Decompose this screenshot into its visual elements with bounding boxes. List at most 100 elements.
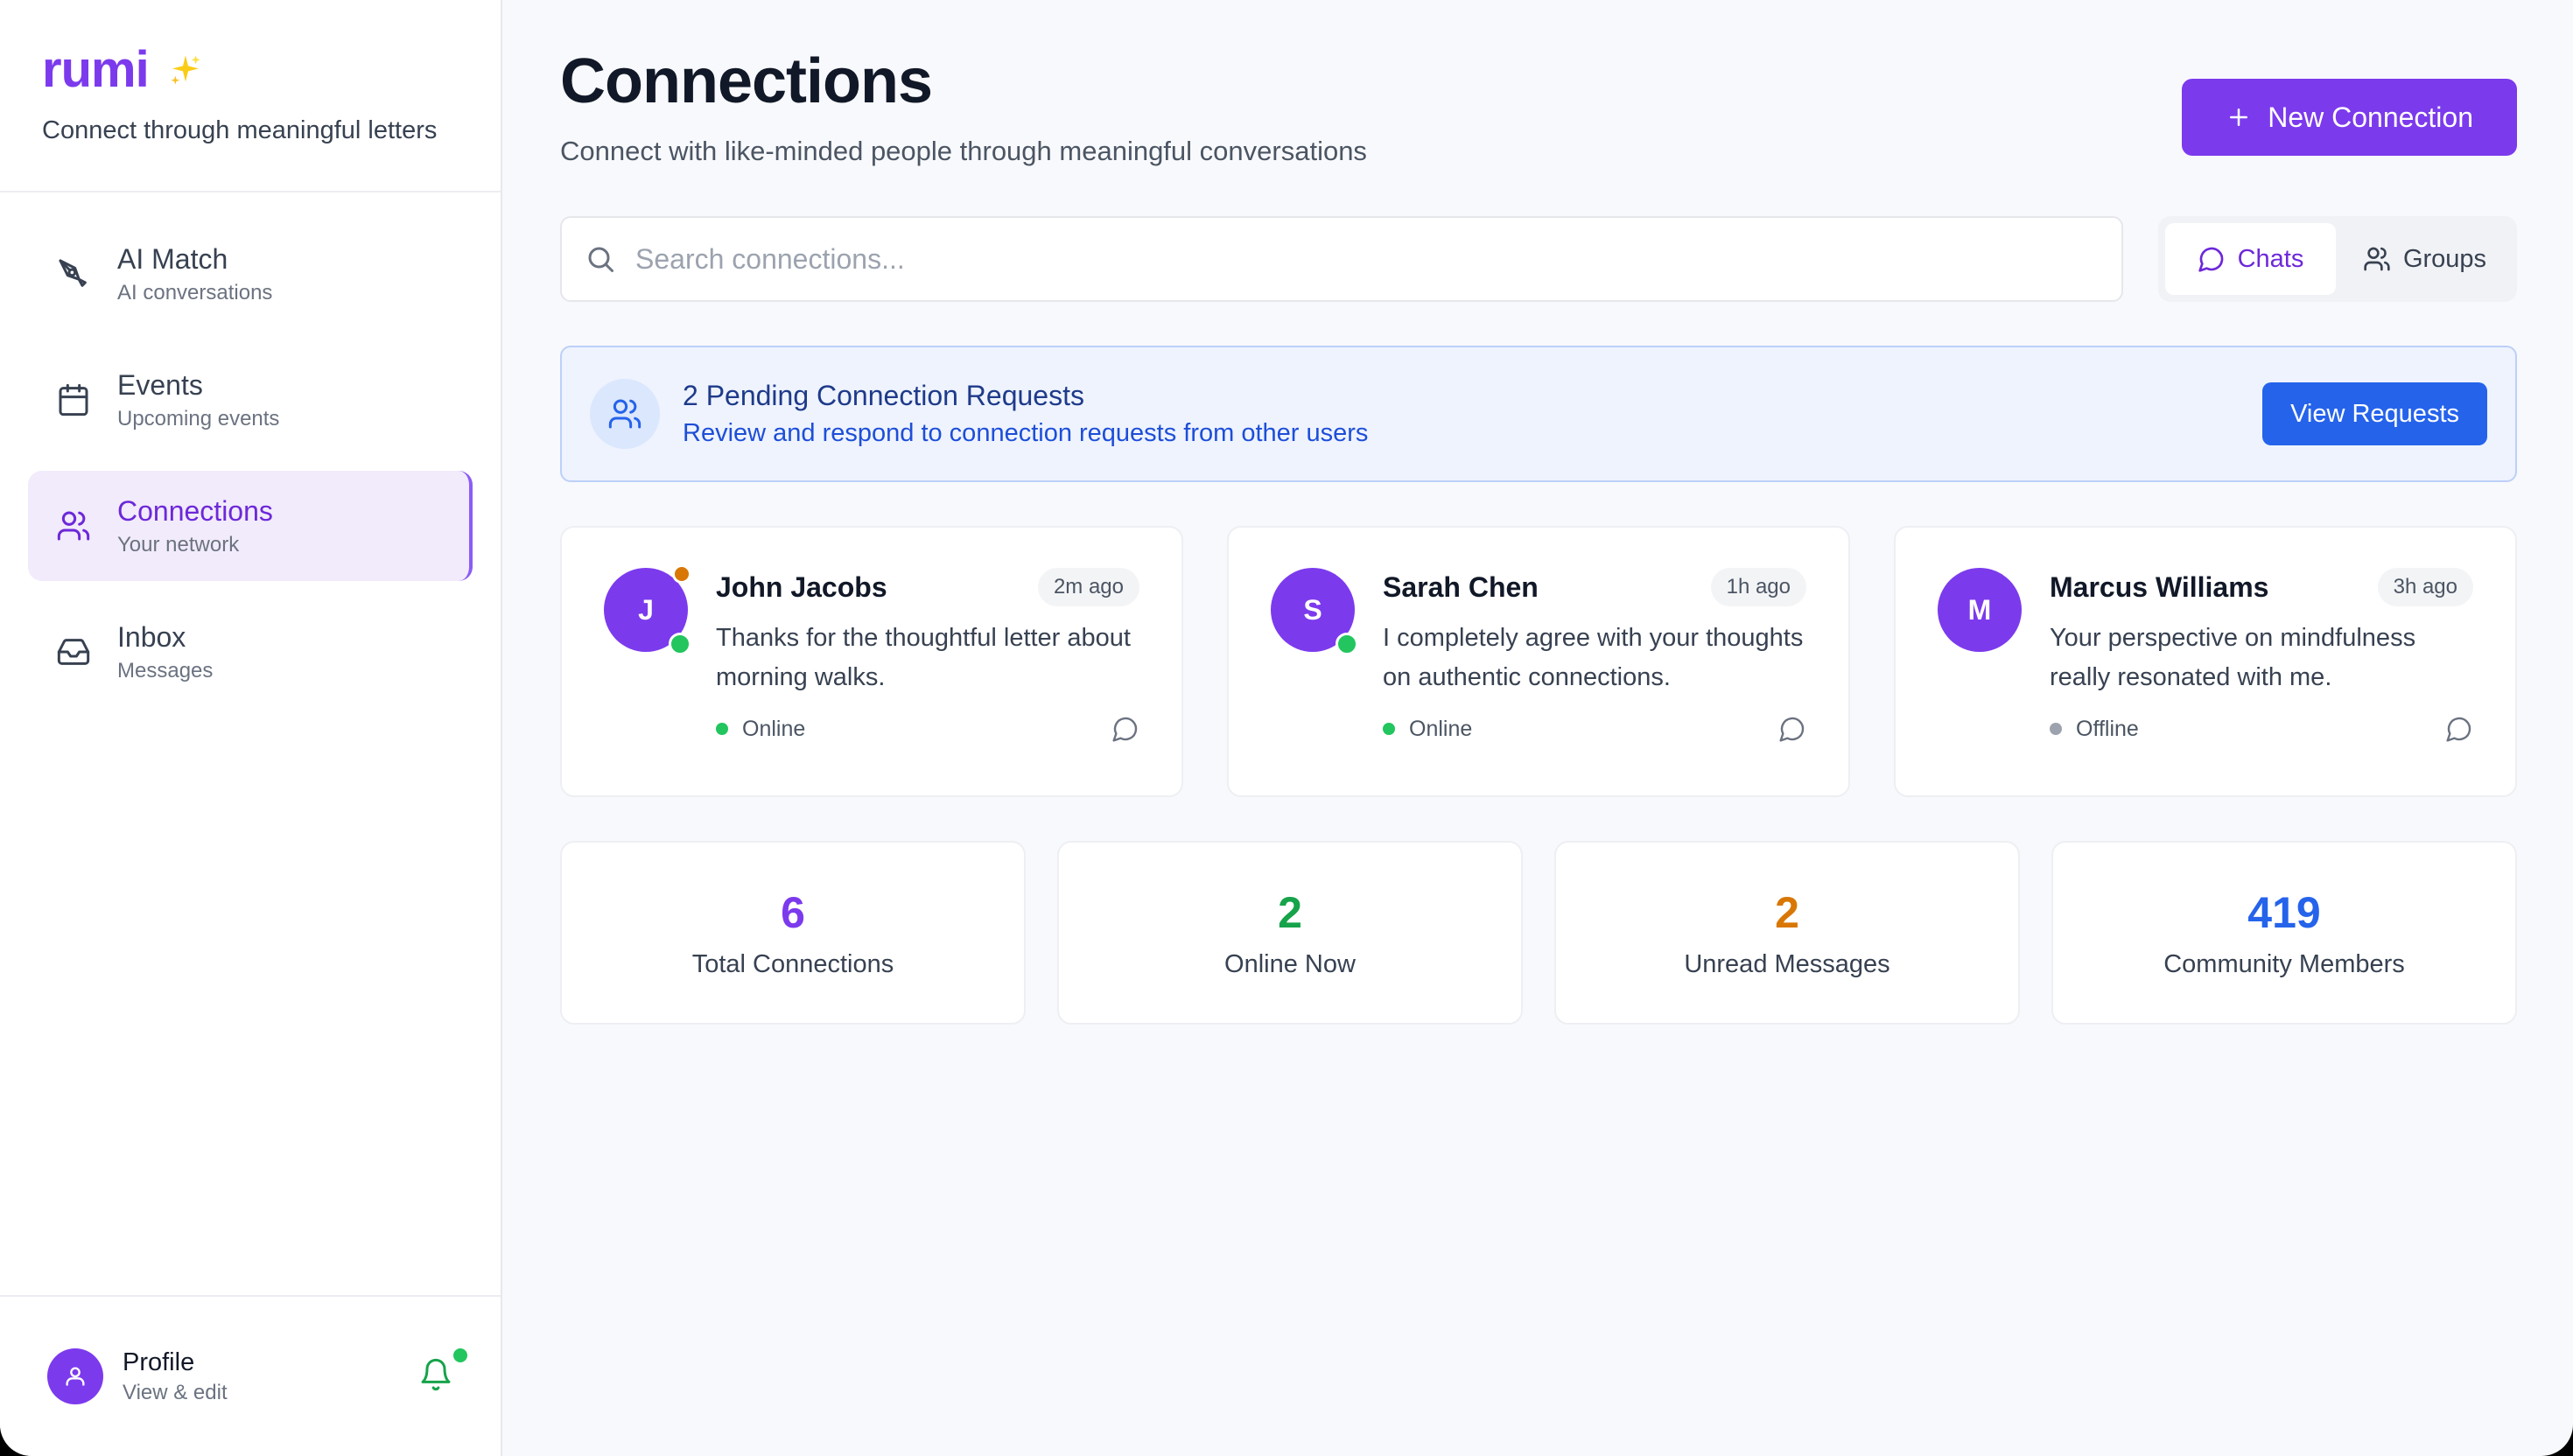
sidebar-item-label: AI Match: [117, 242, 228, 275]
stats-row: 6 Total Connections 2 Online Now 2 Unrea…: [560, 841, 2517, 1026]
sidebar-item-ai-match[interactable]: AI Match AI conversations: [28, 219, 473, 329]
tagline: Connect through meaningful letters: [42, 116, 438, 144]
brand-header: rumi Connect through meaningful letters: [0, 0, 501, 192]
app-window: rumi Connect through meaningful letters: [0, 0, 2573, 1456]
sidebar-item-sublabel: AI conversations: [117, 280, 273, 304]
users-icon: [2364, 247, 2390, 271]
connection-card[interactable]: M Marcus Williams 3h ago Your perspectiv…: [1894, 526, 2517, 798]
avatar-initial: M: [1967, 593, 1992, 626]
avatar-initial: J: [638, 593, 654, 626]
users-icon: [57, 511, 90, 541]
view-requests-button[interactable]: View Requests: [2262, 382, 2487, 446]
tab-chats-label: Chats: [2237, 244, 2304, 273]
view-toggle: Chats Groups: [2158, 216, 2517, 303]
online-indicator: [1336, 633, 1358, 656]
status-indicator: Online: [716, 717, 805, 742]
pen-nib-icon: [59, 259, 87, 287]
inbox-icon: [57, 639, 90, 665]
avatar: M: [1938, 568, 2022, 653]
avatar-initial: S: [1303, 593, 1322, 626]
connection-name: John Jacobs: [716, 570, 887, 603]
users-icon: [608, 399, 641, 429]
timestamp-badge: 1h ago: [1710, 568, 1806, 607]
tab-groups-label: Groups: [2402, 244, 2487, 273]
timestamp-badge: 2m ago: [1037, 568, 1139, 607]
status-label: Offline: [2076, 716, 2139, 741]
pending-requests-banner: 2 Pending Connection Requests Review and…: [560, 346, 2517, 483]
sidebar-item-events[interactable]: Events Upcoming events: [28, 345, 473, 455]
stat-value: 2: [1278, 887, 1302, 937]
message-circle-icon[interactable]: [1778, 715, 1806, 743]
connection-cards: J John Jacobs 2m ago Thanks for the thou…: [560, 526, 2517, 798]
stat-value: 6: [781, 887, 805, 937]
timestamp-badge: 3h ago: [2377, 568, 2473, 607]
plus-icon: [2230, 108, 2248, 126]
avatar: S: [1271, 568, 1358, 656]
sidebar-item-label: Inbox: [117, 620, 186, 653]
sidebar: rumi Connect through meaningful letters: [0, 0, 502, 1456]
stat-label: Total Connections: [691, 949, 894, 978]
profile-link[interactable]: Profile View & edit: [123, 1348, 418, 1405]
page-subtitle: Connect with like-minded people through …: [560, 136, 1367, 167]
stat-card-community-members: 419 Community Members: [2051, 841, 2517, 1026]
stat-label: Community Members: [2163, 949, 2405, 978]
sparkles-icon: [171, 54, 200, 85]
profile-bar: Profile View & edit: [0, 1295, 501, 1456]
sidebar-item-connections[interactable]: Connections Your network: [28, 471, 473, 581]
page-title: Connections: [560, 46, 933, 116]
stat-card-online-now: 2 Online Now: [1057, 841, 1523, 1026]
banner-title: 2 Pending Connection Requests: [683, 380, 1084, 412]
status-dot: [1383, 723, 1395, 736]
main-content: Connections Connect with like-minded peo…: [502, 0, 2573, 1456]
status-dot: [716, 723, 728, 736]
connection-card[interactable]: J John Jacobs 2m ago Thanks for the thou…: [560, 526, 1183, 798]
profile-name: Profile: [123, 1348, 195, 1376]
search-input[interactable]: [635, 242, 2099, 276]
online-indicator: [669, 633, 691, 656]
status-dot: [2050, 723, 2062, 736]
app-logo[interactable]: rumi: [42, 40, 150, 99]
stat-value: 2: [1775, 887, 1799, 937]
last-message: Your perspective on mindfulness really r…: [2050, 624, 2416, 692]
page-header: Connections Connect with like-minded peo…: [560, 46, 2517, 167]
notification-dot: [453, 1348, 467, 1362]
message-circle-icon[interactable]: [2445, 715, 2473, 743]
search-box: [560, 216, 2123, 303]
sidebar-item-inbox[interactable]: Inbox Messages: [28, 597, 473, 707]
sidebar-item-sublabel: Upcoming events: [117, 406, 280, 430]
stat-label: Online Now: [1224, 949, 1356, 978]
avatar: J: [604, 564, 691, 656]
status-label: Online: [1409, 716, 1473, 741]
new-connection-button[interactable]: New Connection: [2182, 79, 2517, 156]
new-connection-label: New Connection: [2268, 101, 2473, 133]
stat-card-total-connections: 6 Total Connections: [560, 841, 1026, 1026]
user-icon: [66, 1367, 85, 1386]
search-icon: [588, 247, 613, 273]
connection-card[interactable]: S Sarah Chen 1h ago I completely agree w…: [1227, 526, 1850, 798]
message-circle-icon[interactable]: [1111, 715, 1139, 743]
stat-label: Unread Messages: [1684, 949, 1890, 978]
stat-card-unread-messages: 2 Unread Messages: [1554, 841, 2020, 1026]
status-indicator: Online: [1383, 717, 1472, 742]
sidebar-nav: AI Match AI conversations Events Upcomin…: [0, 192, 501, 749]
profile-subtitle: View & edit: [123, 1380, 228, 1404]
notifications-button[interactable]: [418, 1348, 467, 1396]
stat-value: 419: [2247, 887, 2321, 937]
status-indicator: Offline: [2050, 717, 2139, 742]
message-circle-icon: [2198, 247, 2223, 272]
status-label: Online: [742, 716, 806, 741]
last-message: I completely agree with your thoughts on…: [1383, 624, 1804, 692]
banner-icon-circle: [590, 379, 660, 450]
sidebar-item-label: Connections: [117, 494, 273, 527]
banner-subtitle: Review and respond to connection request…: [683, 419, 1369, 448]
tab-chats[interactable]: Chats: [2165, 223, 2336, 296]
sidebar-item-label: Events: [117, 368, 203, 401]
last-message: Thanks for the thoughtful letter about m…: [716, 624, 1131, 692]
tab-groups[interactable]: Groups: [2339, 223, 2510, 295]
search-row: Chats Groups: [560, 216, 2517, 303]
sidebar-item-sublabel: Messages: [117, 658, 214, 682]
profile-avatar[interactable]: [47, 1348, 103, 1404]
connection-name: Marcus Williams: [2050, 570, 2269, 603]
bell-icon: [421, 1358, 451, 1391]
unread-badge: [672, 564, 691, 584]
